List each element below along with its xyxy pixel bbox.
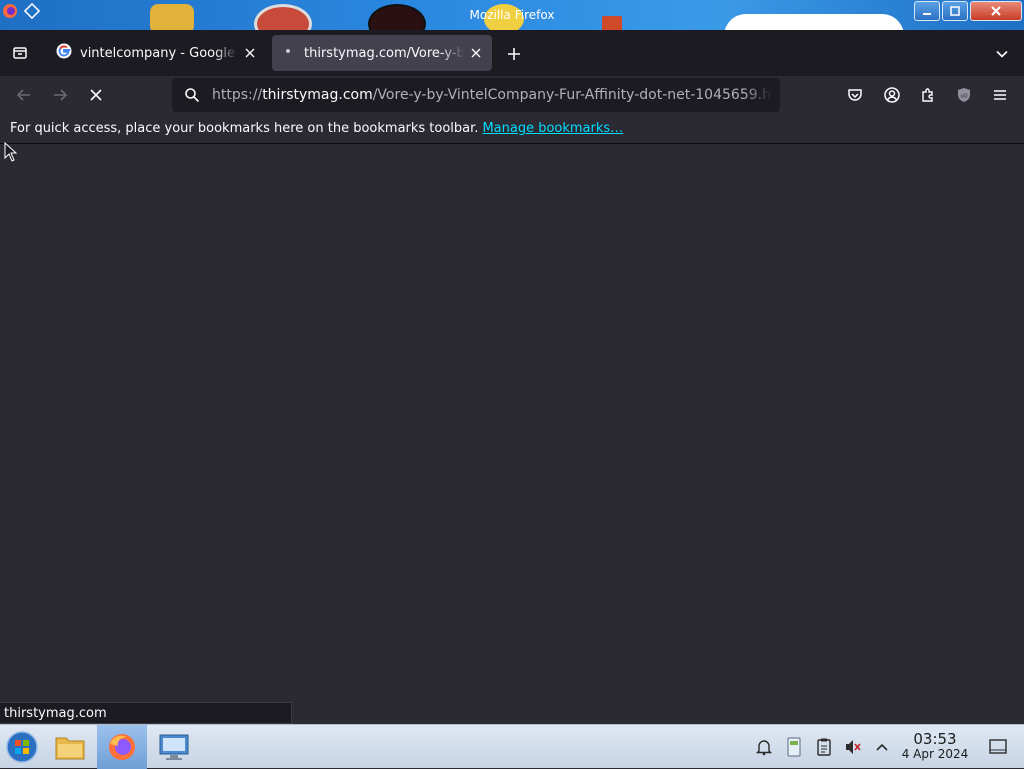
pocket-icon bbox=[848, 89, 862, 101]
taskbar-file-manager[interactable] bbox=[50, 725, 90, 769]
mouse-cursor-icon bbox=[4, 141, 18, 166]
extensions-icon bbox=[922, 88, 933, 102]
url-path: /Vore-y-by-VintelCompany-Fur-Affinity-do… bbox=[372, 87, 771, 103]
firefox-view-button[interactable] bbox=[4, 38, 36, 68]
tab-google-search[interactable]: vintelcompany - Google Search bbox=[48, 35, 266, 71]
forward-button[interactable] bbox=[45, 80, 75, 110]
new-tab-button[interactable] bbox=[500, 40, 528, 68]
window-titlebar: Mozilla Firefox bbox=[0, 0, 1024, 30]
menu-icon bbox=[994, 90, 1006, 100]
search-icon bbox=[172, 87, 212, 103]
tab-strip: vintelcompany - Google Search thirstymag… bbox=[0, 30, 1024, 76]
close-tab-icon[interactable] bbox=[468, 45, 484, 61]
pocket-button[interactable] bbox=[840, 80, 870, 110]
tab-title: thirstymag.com/Vore-y-by-VintelCompany bbox=[304, 45, 464, 61]
extensions-button[interactable] bbox=[913, 80, 943, 110]
show-desktop-icon[interactable] bbox=[988, 737, 1008, 757]
google-icon bbox=[56, 43, 72, 63]
taskbar: 03:53 4 Apr 2024 bbox=[0, 724, 1024, 769]
window-title: Mozilla Firefox bbox=[469, 8, 555, 22]
plus-icon bbox=[508, 48, 520, 60]
bookmarks-empty-message: For quick access, place your bookmarks h… bbox=[10, 121, 479, 136]
notifications-icon[interactable] bbox=[754, 737, 774, 757]
tab-thirstymag[interactable]: thirstymag.com/Vore-y-by-VintelCompany bbox=[272, 35, 492, 71]
url-bar[interactable]: https://thirstymag.com/Vore-y-by-VintelC… bbox=[172, 78, 780, 112]
back-arrow-icon bbox=[16, 89, 30, 101]
bookmarks-toolbar: For quick access, place your bookmarks h… bbox=[0, 114, 1024, 144]
clock-time: 03:53 bbox=[913, 730, 957, 748]
manage-bookmarks-link[interactable]: Manage bookmarks… bbox=[482, 121, 623, 136]
back-button[interactable] bbox=[9, 80, 39, 110]
forward-arrow-icon bbox=[54, 89, 68, 101]
start-orb-icon bbox=[6, 731, 38, 763]
app-menu-button[interactable] bbox=[985, 80, 1015, 110]
close-window-button[interactable] bbox=[970, 1, 1022, 21]
volume-muted-icon[interactable] bbox=[843, 737, 863, 757]
clock-date: 4 Apr 2024 bbox=[901, 747, 969, 761]
tab-title: vintelcompany - Google Search bbox=[80, 45, 238, 61]
stop-icon bbox=[90, 89, 102, 101]
ublock-icon: uO bbox=[958, 88, 970, 102]
taskbar-clock[interactable]: 03:53 4 Apr 2024 bbox=[900, 731, 970, 761]
start-button[interactable] bbox=[2, 725, 42, 769]
loading-dot-icon bbox=[280, 43, 296, 63]
page-content-area[interactable] bbox=[0, 145, 1024, 724]
account-icon bbox=[884, 87, 900, 103]
minimize-button[interactable] bbox=[914, 1, 940, 21]
tray-expand-icon[interactable] bbox=[872, 737, 892, 757]
maximize-button[interactable] bbox=[942, 1, 968, 21]
chevron-down-icon bbox=[996, 50, 1008, 58]
account-button[interactable] bbox=[877, 80, 907, 110]
close-tab-icon[interactable] bbox=[242, 45, 258, 61]
url-text[interactable]: https://thirstymag.com/Vore-y-by-VintelC… bbox=[212, 87, 772, 103]
firefox-view-icon bbox=[13, 47, 27, 59]
status-panel: thirstymag.com bbox=[0, 702, 292, 724]
url-host: thirstymag.com bbox=[262, 87, 373, 103]
stop-loading-button[interactable] bbox=[81, 80, 111, 110]
remote-desktop-icon bbox=[159, 734, 189, 760]
firefox-icon bbox=[109, 734, 135, 760]
taskbar-remote-desktop[interactable] bbox=[154, 725, 194, 769]
taskbar-firefox[interactable] bbox=[97, 725, 147, 769]
ublock-button[interactable]: uO bbox=[949, 80, 979, 110]
url-scheme: https:// bbox=[212, 87, 263, 103]
list-all-tabs-button[interactable] bbox=[988, 40, 1016, 68]
file-manager-icon bbox=[55, 737, 85, 760]
navigation-toolbar: https://thirstymag.com/Vore-y-by-VintelC… bbox=[0, 76, 1024, 114]
svg-text:uO: uO bbox=[960, 94, 967, 100]
network-icon[interactable] bbox=[784, 737, 804, 757]
window-controls bbox=[914, 1, 1022, 21]
clipboard-icon[interactable] bbox=[814, 737, 834, 757]
